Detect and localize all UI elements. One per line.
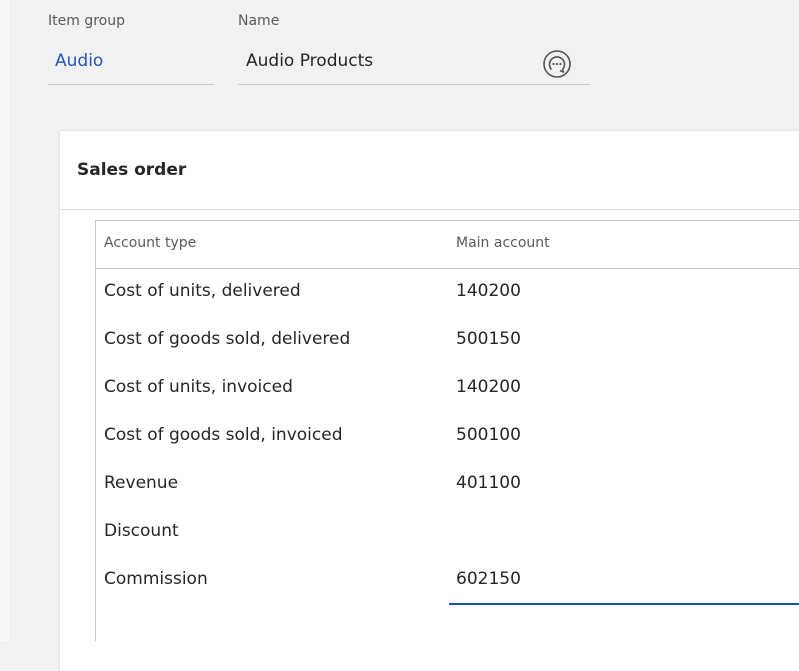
item-group-link[interactable]: Audio xyxy=(55,50,103,72)
table-row[interactable]: Discount xyxy=(96,508,799,556)
account-type-cell: Discount xyxy=(104,521,179,541)
account-type-cell: Revenue xyxy=(104,473,179,493)
account-type-cell: Cost of goods sold, delivered xyxy=(104,329,351,349)
name-label: Name xyxy=(238,13,280,29)
main-account-cell[interactable]: 602150 xyxy=(456,569,521,589)
card-divider xyxy=(60,209,799,210)
column-header-account-type[interactable]: Account type xyxy=(104,235,196,251)
left-margin-strip xyxy=(0,0,9,641)
chat-bubble-icon xyxy=(543,50,571,78)
main-account-cell[interactable]: 500100 xyxy=(456,425,521,445)
table-row-active[interactable]: Commission 602150 xyxy=(96,556,799,605)
name-lookup-button[interactable] xyxy=(541,48,573,80)
active-field-underline xyxy=(449,603,799,605)
table-row[interactable]: Cost of units, delivered 140200 xyxy=(96,268,799,316)
table-row[interactable]: Revenue 401100 xyxy=(96,460,799,508)
item-group-underline xyxy=(48,84,214,85)
main-account-cell[interactable]: 500150 xyxy=(456,329,521,349)
account-type-cell: Cost of units, invoiced xyxy=(104,377,293,397)
main-account-cell[interactable]: 401100 xyxy=(456,473,521,493)
account-type-cell: Cost of units, delivered xyxy=(104,281,301,301)
name-underline xyxy=(238,84,590,85)
column-header-main-account[interactable]: Main account xyxy=(456,235,550,251)
sales-order-card: Sales order Account type Main account Co… xyxy=(60,131,799,671)
table-row[interactable]: Cost of goods sold, delivered 500150 xyxy=(96,316,799,364)
posting-grid: Account type Main account Cost of units,… xyxy=(95,220,799,641)
account-type-cell: Commission xyxy=(104,569,208,589)
table-row[interactable]: Cost of units, invoiced 140200 xyxy=(96,364,799,412)
table-row[interactable]: Cost of goods sold, invoiced 500100 xyxy=(96,412,799,460)
item-group-label: Item group xyxy=(48,13,125,29)
main-account-cell[interactable]: 140200 xyxy=(456,377,521,397)
sales-order-title: Sales order xyxy=(77,160,187,180)
grid-header: Account type Main account xyxy=(96,221,799,269)
main-account-cell[interactable]: 140200 xyxy=(456,281,521,301)
name-field[interactable]: Audio Products xyxy=(246,50,373,72)
account-type-cell: Cost of goods sold, invoiced xyxy=(104,425,343,445)
